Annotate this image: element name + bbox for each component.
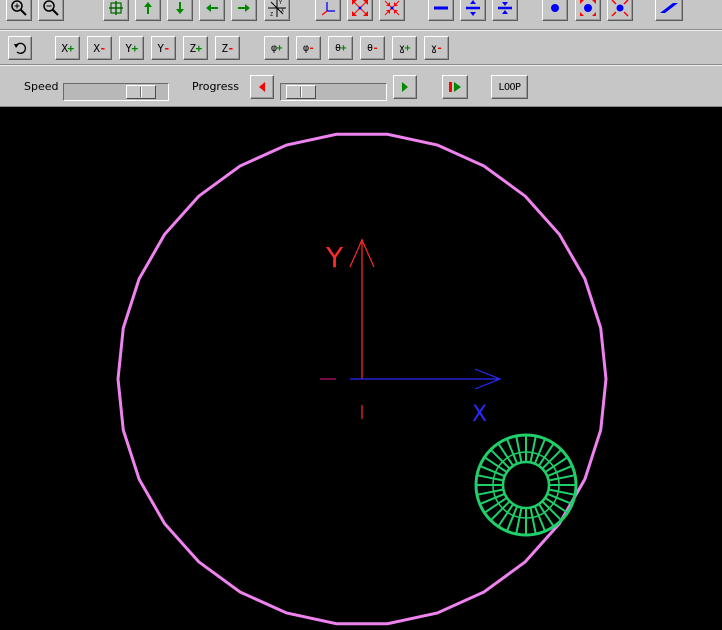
sign-label: + [404,42,411,54]
phi-minus-button[interactable]: φ- [296,36,321,60]
sign-label: + [131,41,139,55]
expand-arrows-icon [352,0,368,16]
dot-icon [551,4,559,12]
line-expand-button[interactable] [460,0,486,21]
sign-label: + [195,41,203,55]
arrow-left-icon [206,4,218,12]
y-minus-button[interactable]: Y- [151,36,176,60]
speed-slider[interactable] [63,83,169,101]
point-contract-button[interactable] [607,0,633,21]
magnifier-minus-icon [43,0,59,16]
gamma-minus-button[interactable]: ɣ- [424,36,449,60]
axis-view-button[interactable] [315,0,341,21]
pan-left-button[interactable] [199,0,225,21]
sign-label: - [99,41,107,55]
contract-arrows-icon [384,0,400,16]
pan-up-button[interactable] [135,0,161,21]
sign-label: + [340,42,347,54]
crosshair-grid-icon [109,1,123,15]
arrow-right-icon [238,4,250,12]
x-plus-button[interactable]: X+ [55,36,80,60]
undo-arrow-icon [14,42,26,54]
axes-toggle-button[interactable]: Y X Z [264,0,290,21]
line-contract-button[interactable] [492,0,518,21]
magnifier-plus-icon [11,0,27,16]
pan-right-button[interactable] [231,0,257,21]
dot-expand-icon [580,0,596,16]
reset-button[interactable] [8,36,32,60]
step-forward-button[interactable] [393,75,417,99]
z-plus-button[interactable]: Z+ [183,36,208,60]
x-minus-button[interactable]: X- [87,36,112,60]
point-expand-button[interactable] [575,0,601,21]
xyz-axes-icon: Y X Z [268,0,286,18]
sign-label: + [276,42,283,54]
svg-text:Y: Y [279,0,282,6]
animation-controls: Speed Progress LOOP [0,65,722,107]
dot-contract-icon [611,0,629,17]
sign-label: - [308,42,315,54]
triangle-right-icon [402,82,408,92]
svg-text:Z: Z [270,12,273,18]
speed-slider-thumb[interactable] [126,85,156,99]
progress-label: Progress [192,80,239,93]
step-back-button[interactable] [250,75,274,99]
center-view-button[interactable] [103,0,129,21]
z-minus-button[interactable]: Z- [215,36,240,60]
arrow-up-icon [144,2,152,14]
sign-label: - [227,41,235,55]
zoom-out-button[interactable] [38,0,64,21]
contract-view-button[interactable] [379,0,405,21]
line-mode-button[interactable] [428,0,454,21]
surface-mode-button[interactable] [655,0,683,21]
triangle-left-icon [259,82,265,92]
parallelogram-icon [660,3,678,13]
loop-label: LOOP [498,81,521,93]
3d-viewport[interactable]: Y X [0,107,722,630]
theta-plus-button[interactable]: θ+ [328,36,353,60]
view-toolbar: Y X Z [0,0,722,30]
viewport-background [0,107,722,630]
progress-slider[interactable] [280,83,387,101]
play-pause-button[interactable] [442,75,468,99]
speed-label: Speed [24,80,59,93]
phi-plus-button[interactable]: φ+ [264,36,289,60]
horizontal-line-icon [434,6,448,10]
y-axis-label: Y [325,241,344,274]
sign-label: - [163,41,171,55]
zoom-in-button[interactable] [6,0,32,21]
pan-down-button[interactable] [167,0,193,21]
svg-text:X: X [281,8,284,14]
sign-label: - [372,42,379,54]
theta-minus-button[interactable]: θ- [360,36,385,60]
point-mode-button[interactable] [542,0,568,21]
axis-corner-icon [321,2,335,16]
sign-label: + [67,41,75,55]
y-plus-button[interactable]: Y+ [119,36,144,60]
sign-label: - [436,42,443,54]
play-pause-icon [449,82,461,92]
x-axis-label: X [472,402,487,427]
transform-toolbar: X+ X- Y+ Y- Z+ Z- φ+ φ- θ+ θ- ɣ+ ɣ- [0,30,722,65]
line-expand-icon [466,0,480,16]
gamma-plus-button[interactable]: ɣ+ [392,36,417,60]
loop-button[interactable]: LOOP [491,75,528,99]
line-contract-icon [498,2,512,14]
arrow-down-icon [176,2,184,14]
progress-slider-thumb[interactable] [286,85,316,99]
expand-view-button[interactable] [347,0,373,21]
